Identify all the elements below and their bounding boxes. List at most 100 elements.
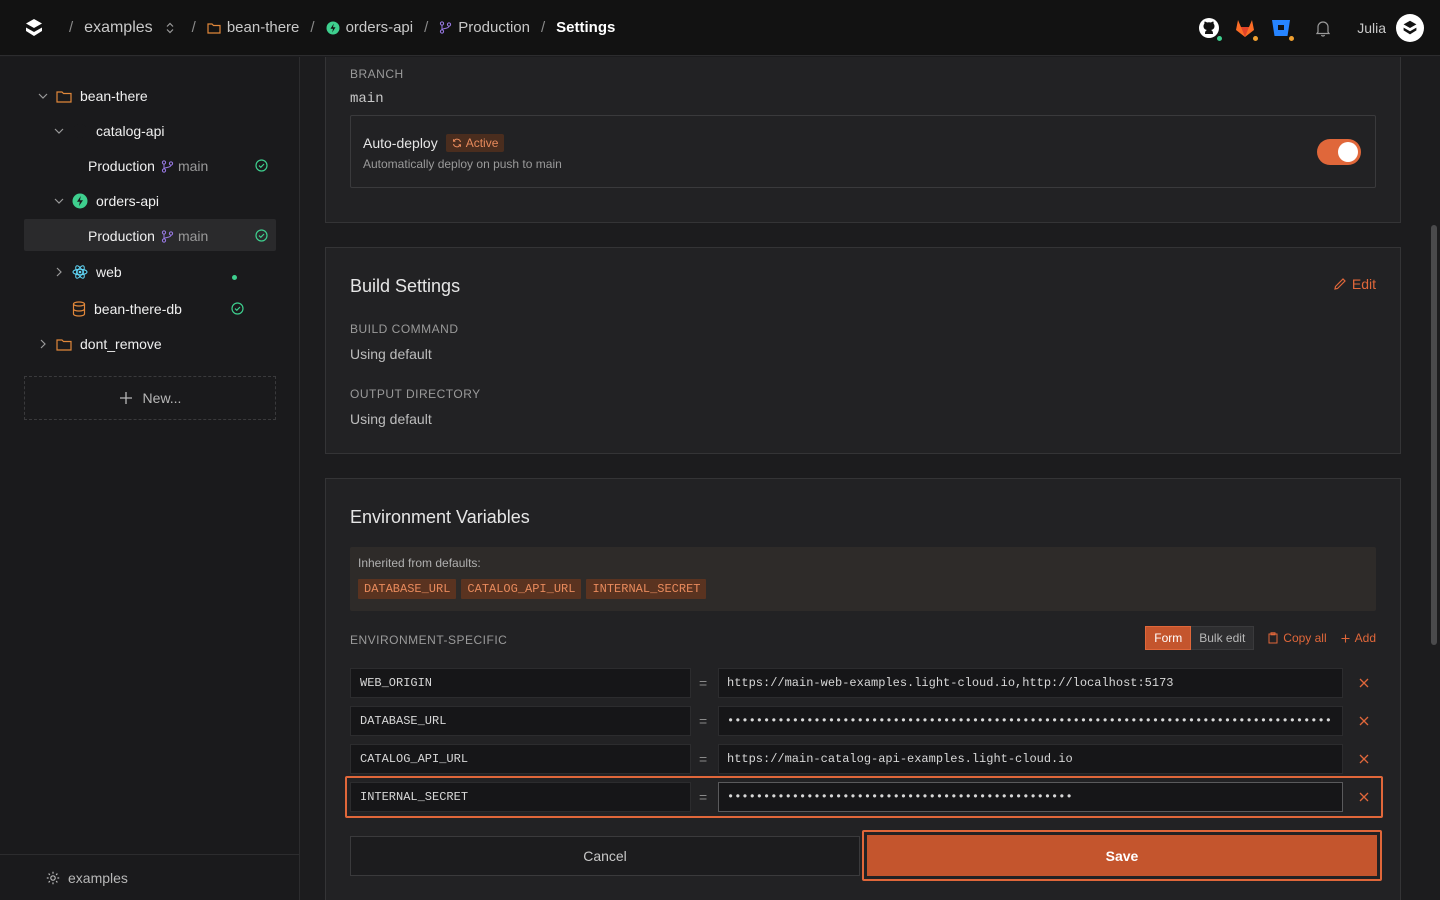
plus-icon — [119, 392, 132, 404]
user-name[interactable]: Julia — [1357, 20, 1386, 36]
bell-icon[interactable] — [1311, 16, 1335, 40]
cancel-button[interactable]: Cancel — [350, 836, 860, 876]
folder-icon — [207, 22, 221, 34]
autodeploy-toggle[interactable] — [1317, 139, 1361, 165]
new-button-label: New... — [142, 390, 182, 406]
sidebar-footer[interactable]: examples — [0, 854, 300, 900]
git-branch-icon — [161, 229, 174, 243]
output-directory-value: Using default — [350, 411, 432, 427]
env-row: WEB_ORIGIN = https://main-web-examples.l… — [350, 668, 1382, 698]
inherited-chip: CATALOG_API_URL — [461, 579, 582, 599]
copy-all-button[interactable]: Copy all — [1268, 631, 1327, 645]
env-key-input[interactable]: CATALOG_API_URL — [350, 744, 691, 774]
autodeploy-title: Auto-deploy — [363, 135, 438, 151]
add-variable-button[interactable]: Add — [1341, 631, 1376, 645]
output-directory-label: OUTPUT DIRECTORY — [350, 387, 481, 401]
branch-tag: main — [161, 228, 208, 244]
save-button[interactable]: Save — [867, 835, 1377, 876]
inherited-label: Inherited from defaults: — [358, 556, 481, 570]
edit-link[interactable]: Edit — [1333, 276, 1376, 292]
breadcrumb-environment[interactable]: Production — [439, 19, 530, 36]
sidebar-item-catalog-api[interactable]: catalog-api — [52, 121, 165, 141]
sidebar-item-orders-api-production[interactable]: Production main — [88, 226, 208, 246]
env-vars-title: Environment Variables — [350, 507, 530, 527]
autodeploy-description: Automatically deploy on push to main — [363, 157, 562, 171]
chevron-down-icon[interactable] — [52, 124, 66, 138]
service-icon — [72, 193, 88, 209]
env-value-input[interactable]: https://main-catalog-api-examples.light-… — [718, 744, 1343, 774]
chevron-updown-icon[interactable] — [165, 22, 181, 34]
breadcrumb-environment-label: Production — [458, 19, 530, 36]
env-key-input[interactable]: WEB_ORIGIN — [350, 668, 691, 698]
breadcrumb-page: Settings — [556, 19, 616, 36]
plus-icon — [1341, 634, 1350, 642]
success-check-icon — [231, 302, 244, 315]
build-settings-title: Build Settings — [350, 276, 461, 296]
sidebar: bean-there catalog-api Production main o… — [0, 57, 300, 900]
status-badge-label: Active — [465, 136, 499, 150]
env-specific-label: ENVIRONMENT-SPECIFIC — [350, 633, 508, 647]
env-value-input[interactable]: https://main-web-examples.light-cloud.io… — [718, 668, 1343, 698]
breadcrumb-org-label: examples — [84, 18, 153, 36]
top-bar: / examples / bean-there / orders-api / P… — [0, 0, 1440, 56]
status-badge: Active — [445, 134, 505, 152]
save-button-outline: Save — [862, 830, 1382, 881]
sidebar-item-bean-there-db[interactable]: bean-there-db — [72, 299, 182, 319]
success-check-icon — [255, 229, 268, 242]
inherited-chip: DATABASE_URL — [358, 579, 457, 599]
equals-sign: = — [699, 675, 708, 691]
branch-value: main — [350, 91, 384, 107]
new-button[interactable]: New... — [24, 376, 276, 420]
sidebar-item-catalog-api-production[interactable]: Production main — [88, 156, 208, 176]
breadcrumb-project-label: bean-there — [226, 19, 300, 36]
mode-bulk-edit-button[interactable]: Bulk edit — [1191, 626, 1255, 650]
sidebar-item-bean-there[interactable]: bean-there — [36, 86, 148, 106]
react-icon — [72, 264, 88, 280]
scrollbar-thumb[interactable] — [1431, 225, 1437, 645]
sidebar-item-dont-remove[interactable]: dont_remove — [36, 334, 162, 354]
close-icon[interactable] — [1357, 714, 1371, 728]
chevron-right-icon[interactable] — [36, 337, 50, 351]
github-icon[interactable] — [1197, 16, 1225, 43]
close-icon[interactable] — [1357, 676, 1371, 690]
sidebar-item-label: web — [96, 264, 122, 280]
main-content: BRANCH main Auto-deploy Active Automatic… — [301, 57, 1428, 900]
pencil-icon — [1334, 278, 1346, 290]
build-command-value: Using default — [350, 346, 432, 362]
env-value-input[interactable]: ••••••••••••••••••••••••••••••••••••••••… — [718, 706, 1343, 736]
logo-icon[interactable] — [24, 18, 44, 38]
equals-sign: = — [699, 713, 708, 729]
close-icon[interactable] — [1357, 752, 1371, 766]
success-check-icon — [255, 159, 268, 172]
status-dot — [232, 275, 237, 280]
folder-icon — [56, 90, 72, 103]
sidebar-item-label: catalog-api — [96, 123, 165, 139]
branch-tag: main — [161, 158, 208, 174]
bitbucket-icon[interactable] — [1269, 16, 1297, 43]
breadcrumb-project[interactable]: bean-there — [207, 19, 300, 36]
avatar[interactable] — [1396, 14, 1424, 42]
breadcrumb-service[interactable]: orders-api — [326, 19, 414, 36]
env-row: DATABASE_URL = •••••••••••••••••••••••••… — [350, 706, 1382, 736]
sidebar-item-orders-api[interactable]: orders-api — [52, 191, 159, 211]
chevron-down-icon[interactable] — [36, 89, 50, 103]
database-icon — [72, 301, 86, 317]
sidebar-item-web[interactable]: web — [52, 262, 122, 282]
gitlab-icon[interactable] — [1233, 16, 1261, 43]
branch-card: BRANCH main Auto-deploy Active Automatic… — [325, 57, 1401, 223]
breadcrumb-service-label: orders-api — [345, 19, 414, 36]
git-branch-icon — [440, 21, 452, 34]
breadcrumb-org[interactable]: examples — [84, 19, 180, 37]
mode-form-button[interactable]: Form — [1145, 626, 1192, 650]
inherited-vars-box: Inherited from defaults: DATABASE_URL CA… — [350, 547, 1376, 611]
folder-icon — [56, 338, 72, 351]
gear-icon — [46, 871, 60, 884]
env-key-input[interactable]: DATABASE_URL — [350, 706, 691, 736]
breadcrumb-separator: / — [424, 19, 429, 36]
git-branch-icon — [161, 159, 174, 173]
chevron-right-icon[interactable] — [52, 265, 66, 279]
sidebar-item-label: bean-there — [80, 88, 148, 104]
chevron-down-icon[interactable] — [52, 194, 66, 208]
sidebar-item-label: bean-there-db — [94, 301, 182, 317]
env-row: CATALOG_API_URL = https://main-catalog-a… — [350, 744, 1382, 774]
